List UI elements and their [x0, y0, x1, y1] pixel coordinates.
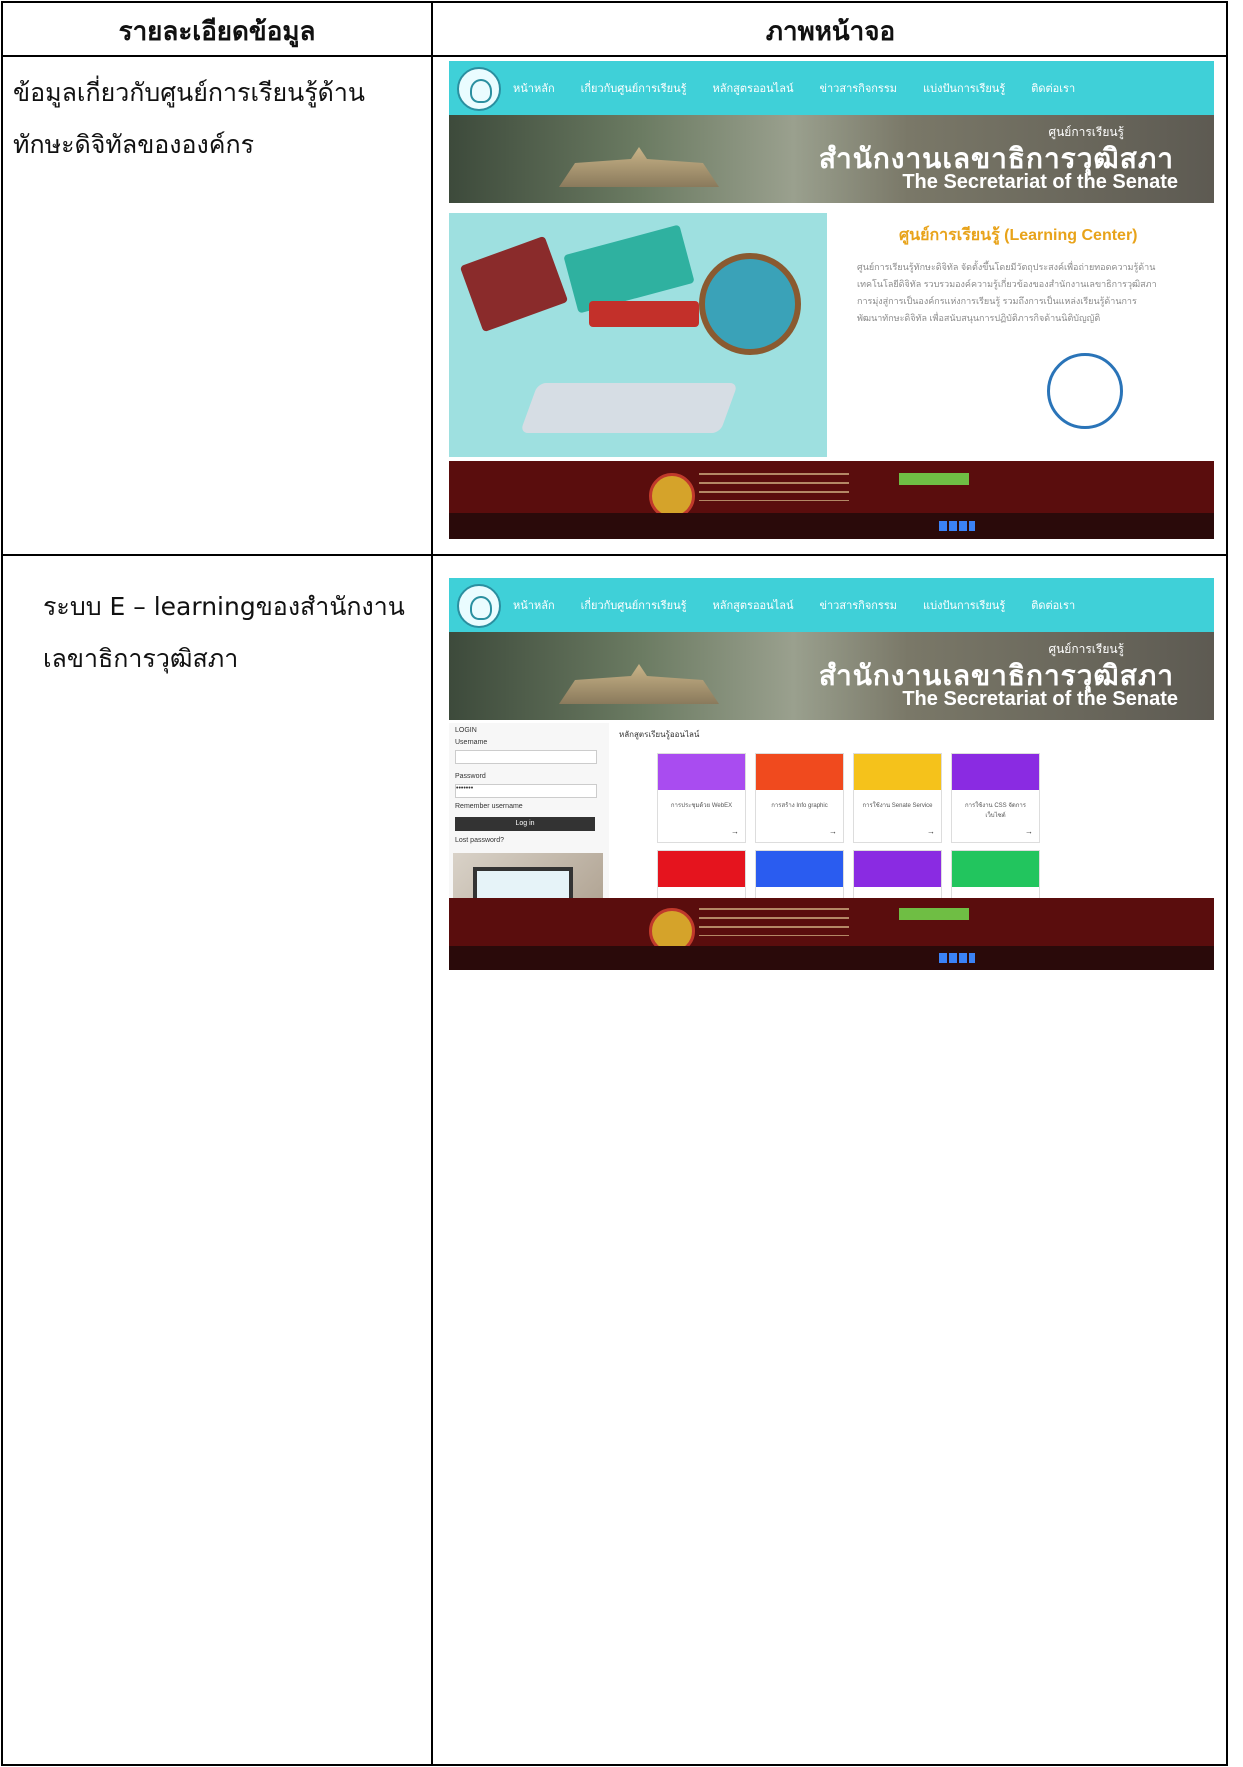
book-illustration — [459, 235, 569, 333]
header-col1: รายละเอียดข้อมูล — [118, 17, 316, 47]
arrow-right-icon[interactable]: → — [1025, 827, 1033, 836]
hero-banner: ศูนย์การเรียนรู้ สำนักงานเลขาธิการวุฒิสภ… — [449, 632, 1214, 720]
header-divider — [3, 55, 1226, 57]
social-icons[interactable] — [939, 953, 975, 963]
course-card[interactable]: หลักสูตรรู้ด้านดิจิทัล→ — [951, 850, 1040, 898]
course-card[interactable]: การสร้าง Info graphic → — [755, 753, 844, 843]
document-table: รายละเอียดข้อมูล ภาพหน้าจอ ข้อมูลเกี่ยวก… — [1, 1, 1228, 1766]
learning-center-info: ศูนย์การเรียนรู้ (Learning Center) ศูนย์… — [827, 213, 1214, 457]
nav-bar: หน้าหลัก เกี่ยวกับศูนย์การเรียนรู้ หลักส… — [449, 61, 1214, 115]
lost-password-link[interactable]: Lost password? — [455, 837, 504, 844]
password-input[interactable]: ••••••• — [455, 784, 597, 798]
course-thumbnail — [952, 754, 1039, 790]
column-divider — [431, 3, 433, 1764]
course-label: การใช้งาน CSS จัดการเว็บไซต์ — [965, 803, 1026, 819]
learning-illustration — [449, 213, 827, 457]
learning-center-body: ศูนย์การเรียนรู้ทักษะดิจิทัล จัดตั้งขึ้น… — [857, 262, 1157, 323]
footer-bottom-bar — [449, 946, 1214, 970]
remember-checkbox[interactable]: Remember username — [455, 803, 523, 810]
row2-line2: เลขาธิการวุฒิสภา — [43, 644, 239, 673]
nav-menu: หน้าหลัก เกี่ยวกับศูนย์การเรียนรู้ หลักส… — [513, 578, 1101, 632]
course-card[interactable]: การสร้าง Clip YouTube→ — [853, 850, 942, 898]
laptop-image — [473, 867, 573, 898]
row1-line1: ข้อมูลเกี่ยวกับศูนย์การเรียนรู้ด้าน — [13, 78, 365, 107]
course-thumbnail — [952, 851, 1039, 887]
banner-line3: The Secretariat of the Senate — [902, 688, 1178, 710]
course-thumbnail — [854, 754, 941, 790]
footer-address — [699, 473, 849, 501]
courses-title: หลักสูตรเรียนรู้ออนไลน์ — [619, 730, 700, 739]
row-divider — [3, 554, 1226, 556]
nav-home[interactable]: หน้าหลัก — [513, 596, 555, 614]
login-button[interactable]: Log in — [455, 817, 595, 831]
course-thumbnail — [854, 851, 941, 887]
ipv6-badge — [899, 908, 969, 920]
social-icons[interactable] — [939, 521, 975, 531]
screenshot-learning-center: หน้าหลัก เกี่ยวกับศูนย์การเรียนรู้ หลักส… — [449, 61, 1214, 539]
screenshot-elearning: หน้าหลัก เกี่ยวกับศูนย์การเรียนรู้ หลักส… — [449, 578, 1214, 898]
course-card[interactable]: การประชุมด้วย WebEX → — [657, 753, 746, 843]
nav-share[interactable]: แบ่งปันการเรียนรู้ — [923, 79, 1005, 97]
nav-courses[interactable]: หลักสูตรออนไลน์ — [713, 596, 794, 614]
row2-description: ระบบ E – learningของสำนักงาน เลขาธิการวุ… — [43, 581, 433, 685]
senate-logo-icon — [457, 584, 501, 628]
footer-address — [699, 908, 849, 936]
nav-about[interactable]: เกี่ยวกับศูนย์การเรียนรู้ — [581, 596, 687, 614]
nav-bar: หน้าหลัก เกี่ยวกับศูนย์การเรียนรู้ หลักส… — [449, 578, 1214, 632]
username-label: Username — [455, 739, 488, 746]
nav-courses[interactable]: หลักสูตรออนไลน์ — [713, 79, 794, 97]
footer-bottom-bar — [449, 513, 1214, 539]
nav-home[interactable]: หน้าหลัก — [513, 79, 555, 97]
screenshot-elearning-footer — [449, 898, 1214, 970]
arrow-right-icon[interactable]: → — [927, 827, 935, 836]
course-thumbnail — [658, 754, 745, 790]
header-col2: ภาพหน้าจอ — [765, 17, 896, 47]
course-thumbnail — [756, 754, 843, 790]
nav-about[interactable]: เกี่ยวกับศูนย์การเรียนรู้ — [581, 79, 687, 97]
arrow-right-icon[interactable]: → — [829, 827, 837, 836]
site-footer — [449, 461, 1214, 539]
course-label: การใช้งาน Senate Service — [862, 803, 933, 809]
arrow-right-icon[interactable]: → — [731, 827, 739, 836]
parliament-building-image — [559, 664, 719, 704]
course-card[interactable]: การใช้งาน CSS จัดการเว็บไซต์ → — [951, 753, 1040, 843]
course-label: การประชุมด้วย WebEX — [670, 803, 733, 809]
login-title: LOGIN — [455, 727, 477, 734]
book-illustration — [589, 301, 699, 327]
course-card[interactable]: การใช้งานโปรแกรมสำหรับทำงานร่วมกัน→ — [657, 850, 746, 898]
password-label: Password — [455, 773, 486, 780]
nav-news[interactable]: ข่าวสารกิจกรรม — [819, 79, 897, 97]
username-input[interactable] — [455, 750, 597, 764]
course-thumbnail — [658, 851, 745, 887]
nav-share[interactable]: แบ่งปันการเรียนรู้ — [923, 596, 1005, 614]
parliament-building-image — [559, 147, 719, 187]
hero-banner: ศูนย์การเรียนรู้ สำนักงานเลขาธิการวุฒิสภ… — [449, 115, 1214, 203]
senate-logo-icon — [457, 67, 501, 111]
banner-line3: The Secretariat of the Senate — [902, 171, 1178, 193]
learning-center-title: ศูนย์การเรียนรู้ (Learning Center) — [899, 227, 1138, 244]
tablet-illustration — [519, 383, 739, 433]
nav-contact[interactable]: ติดต่อเรา — [1031, 596, 1075, 614]
row2-line1: ระบบ E – learningของสำนักงาน — [43, 592, 405, 621]
course-card[interactable]: การประชุมด้วย Zoom→ — [755, 850, 844, 898]
ipv6-badge — [899, 473, 969, 485]
course-thumbnail — [756, 851, 843, 887]
nav-news[interactable]: ข่าวสารกิจกรรม — [819, 596, 897, 614]
row1-line2: ทักษะดิจิทัลขององค์กร — [13, 130, 255, 159]
nav-menu: หน้าหลัก เกี่ยวกับศูนย์การเรียนรู้ หลักส… — [513, 61, 1101, 115]
site-footer — [449, 898, 1214, 970]
nav-contact[interactable]: ติดต่อเรา — [1031, 79, 1075, 97]
course-card[interactable]: การใช้งาน Senate Service → — [853, 753, 942, 843]
row1-description: ข้อมูลเกี่ยวกับศูนย์การเรียนรู้ด้าน ทักษ… — [13, 67, 423, 171]
laptop-photo — [453, 853, 603, 898]
course-label: การสร้าง Info graphic — [771, 803, 828, 809]
globe-illustration — [699, 253, 801, 355]
digital-network-icon — [1047, 353, 1123, 429]
